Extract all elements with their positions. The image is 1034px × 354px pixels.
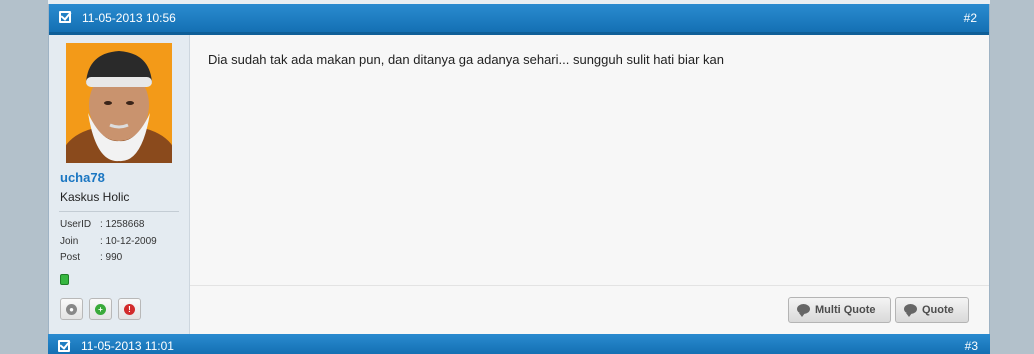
post-number-link[interactable]: #2 [964,11,977,25]
info-value: : 1258668 [100,219,145,230]
next-post-header: 11-05-2013 11:01 #3 [48,334,990,354]
post-date: 11-05-2013 10:56 [82,11,176,25]
info-label: UserID [60,219,92,230]
join-date-row: Join : 10-12-2009 [60,236,157,247]
give-reputation-button[interactable]: + [89,298,112,320]
info-value: : 990 [100,252,123,263]
speech-bubble-icon [904,304,917,317]
report-icon: ! [124,304,135,315]
avatar[interactable] [66,43,172,163]
forum-post: 11-05-2013 10:56 #2 ucha78 Kaskus Holic … [48,4,990,334]
avatar-portrait-icon [66,43,172,163]
checkbox-icon[interactable] [58,340,70,352]
post-date: 11-05-2013 11:01 [81,339,174,353]
user-profile-icon: ● [66,304,77,315]
checkbox-icon[interactable] [59,11,71,23]
divider [59,211,179,212]
post-count-row: Post : 990 [60,252,122,263]
user-id-row: UserID : 1258668 [60,219,145,230]
report-post-button[interactable]: ! [118,298,141,320]
info-label: Join [60,236,79,247]
speech-bubble-icon [797,304,810,317]
quote-label: Quote [922,304,954,316]
post-actions: Multi Quote Quote [190,285,989,334]
post-header: 11-05-2013 10:56 #2 [49,4,989,35]
view-profile-button[interactable]: ● [60,298,83,320]
username-link[interactable]: ucha78 [60,170,105,185]
info-value: : 10-12-2009 [100,236,157,247]
info-label: Post [60,252,81,263]
multi-quote-label: Multi Quote [815,304,876,316]
online-status-icon [60,274,69,285]
post-message: Dia sudah tak ada makan pun, dan ditanya… [208,52,725,67]
multi-quote-button[interactable]: Multi Quote [788,297,891,323]
post-content: Dia sudah tak ada makan pun, dan ditanya… [190,35,989,285]
user-sidebar: ucha78 Kaskus Holic UserID : 1258668 Join… [49,35,190,334]
user-rank: Kaskus Holic [60,190,130,204]
quote-button[interactable]: Quote [895,297,969,323]
add-reputation-icon: + [95,304,106,315]
post-number-link[interactable]: #3 [965,339,978,353]
